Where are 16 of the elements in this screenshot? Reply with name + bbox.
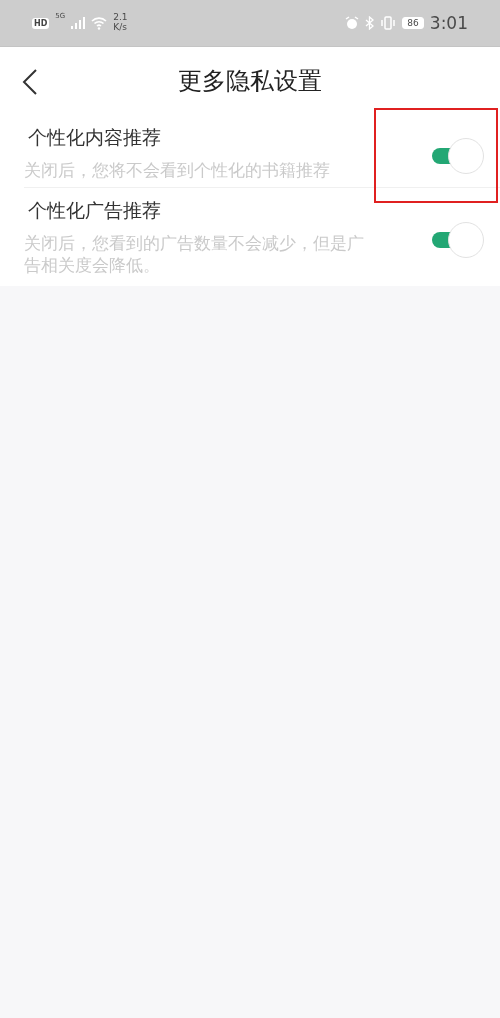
- wifi-icon: [91, 16, 108, 30]
- bluetooth-icon: [365, 16, 375, 30]
- toggle-switch[interactable]: [432, 138, 484, 175]
- network-speed: 2.1: [113, 13, 128, 23]
- battery-indicator: 86: [402, 17, 424, 29]
- back-icon[interactable]: [22, 69, 38, 95]
- hd-badge: HD: [32, 17, 50, 29]
- signal-icon: [71, 17, 86, 29]
- setting-title: 个性化广告推荐: [27, 198, 162, 224]
- vibrate-icon: [380, 16, 397, 30]
- page-title: 更多隐私设置: [178, 66, 322, 97]
- speed-unit: K/s: [113, 23, 128, 33]
- clock-time: 3:01: [429, 13, 468, 33]
- toggle-switch[interactable]: [432, 222, 484, 259]
- setting-title: 个性化内容推荐: [27, 125, 162, 150]
- alarm-icon: [345, 16, 360, 30]
